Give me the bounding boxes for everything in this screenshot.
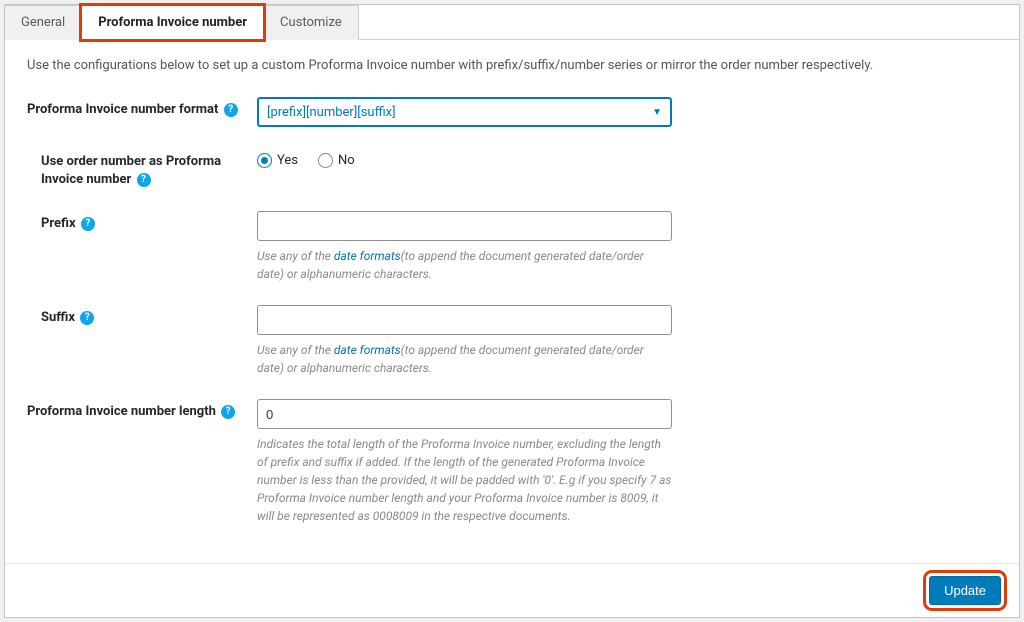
label-length: Proforma Invoice number length (27, 399, 257, 421)
radio-no[interactable]: No (318, 153, 355, 168)
tab-customize[interactable]: Customize (263, 5, 359, 40)
intro-text: Use the configurations below to set up a… (27, 58, 997, 73)
settings-panel: General Proforma Invoice number Customiz… (4, 4, 1020, 618)
help-icon[interactable] (221, 405, 235, 419)
row-length: Proforma Invoice number length Indicates… (27, 399, 997, 525)
date-formats-link[interactable]: date formats (334, 249, 401, 263)
help-icon[interactable] (81, 217, 95, 231)
prefix-help: Use any of the date formats(to append th… (257, 247, 672, 283)
radio-yes[interactable]: Yes (257, 153, 298, 168)
row-use-order: Use order number as Proforma Invoice num… (27, 149, 997, 189)
use-order-radio-group: Yes No (257, 149, 672, 168)
label-length-text: Proforma Invoice number length (27, 404, 216, 419)
row-format: Proforma Invoice number format [prefix][… (27, 97, 997, 127)
tab-proforma-invoice-number[interactable]: Proforma Invoice number (81, 5, 264, 40)
row-prefix: Prefix Use any of the date formats(to ap… (27, 211, 997, 283)
label-suffix: Suffix (27, 305, 257, 327)
row-suffix: Suffix Use any of the date formats(to ap… (27, 305, 997, 377)
radio-dot-icon (318, 153, 333, 168)
radio-dot-icon (257, 153, 272, 168)
format-select-value: [prefix][number][suffix] (267, 105, 396, 120)
help-icon[interactable] (224, 103, 238, 117)
date-formats-link[interactable]: date formats (334, 343, 401, 357)
length-help: Indicates the total length of the Profor… (257, 435, 672, 525)
label-prefix-text: Prefix (41, 216, 76, 231)
help-icon[interactable] (80, 311, 94, 325)
label-format-text: Proforma Invoice number format (27, 102, 218, 117)
label-prefix: Prefix (27, 211, 257, 233)
suffix-help: Use any of the date formats(to append th… (257, 341, 672, 377)
help-icon[interactable] (137, 173, 151, 187)
label-format: Proforma Invoice number format (27, 97, 257, 119)
tab-bar: General Proforma Invoice number Customiz… (5, 5, 1019, 40)
chevron-down-icon: ▼ (652, 107, 662, 118)
footer-bar: Update (5, 563, 1019, 617)
format-select[interactable]: [prefix][number][suffix] ▼ (257, 97, 672, 127)
label-use-order: Use order number as Proforma Invoice num… (27, 149, 257, 189)
update-button[interactable]: Update (929, 576, 1001, 605)
radio-no-label: No (338, 153, 355, 168)
tab-general[interactable]: General (5, 5, 82, 40)
length-input[interactable] (257, 399, 672, 429)
tab-content: Use the configurations below to set up a… (5, 40, 1019, 617)
label-use-order-text: Use order number as Proforma Invoice num… (41, 154, 221, 187)
prefix-input[interactable] (257, 211, 672, 241)
suffix-input[interactable] (257, 305, 672, 335)
label-suffix-text: Suffix (41, 310, 75, 325)
radio-yes-label: Yes (277, 153, 298, 168)
